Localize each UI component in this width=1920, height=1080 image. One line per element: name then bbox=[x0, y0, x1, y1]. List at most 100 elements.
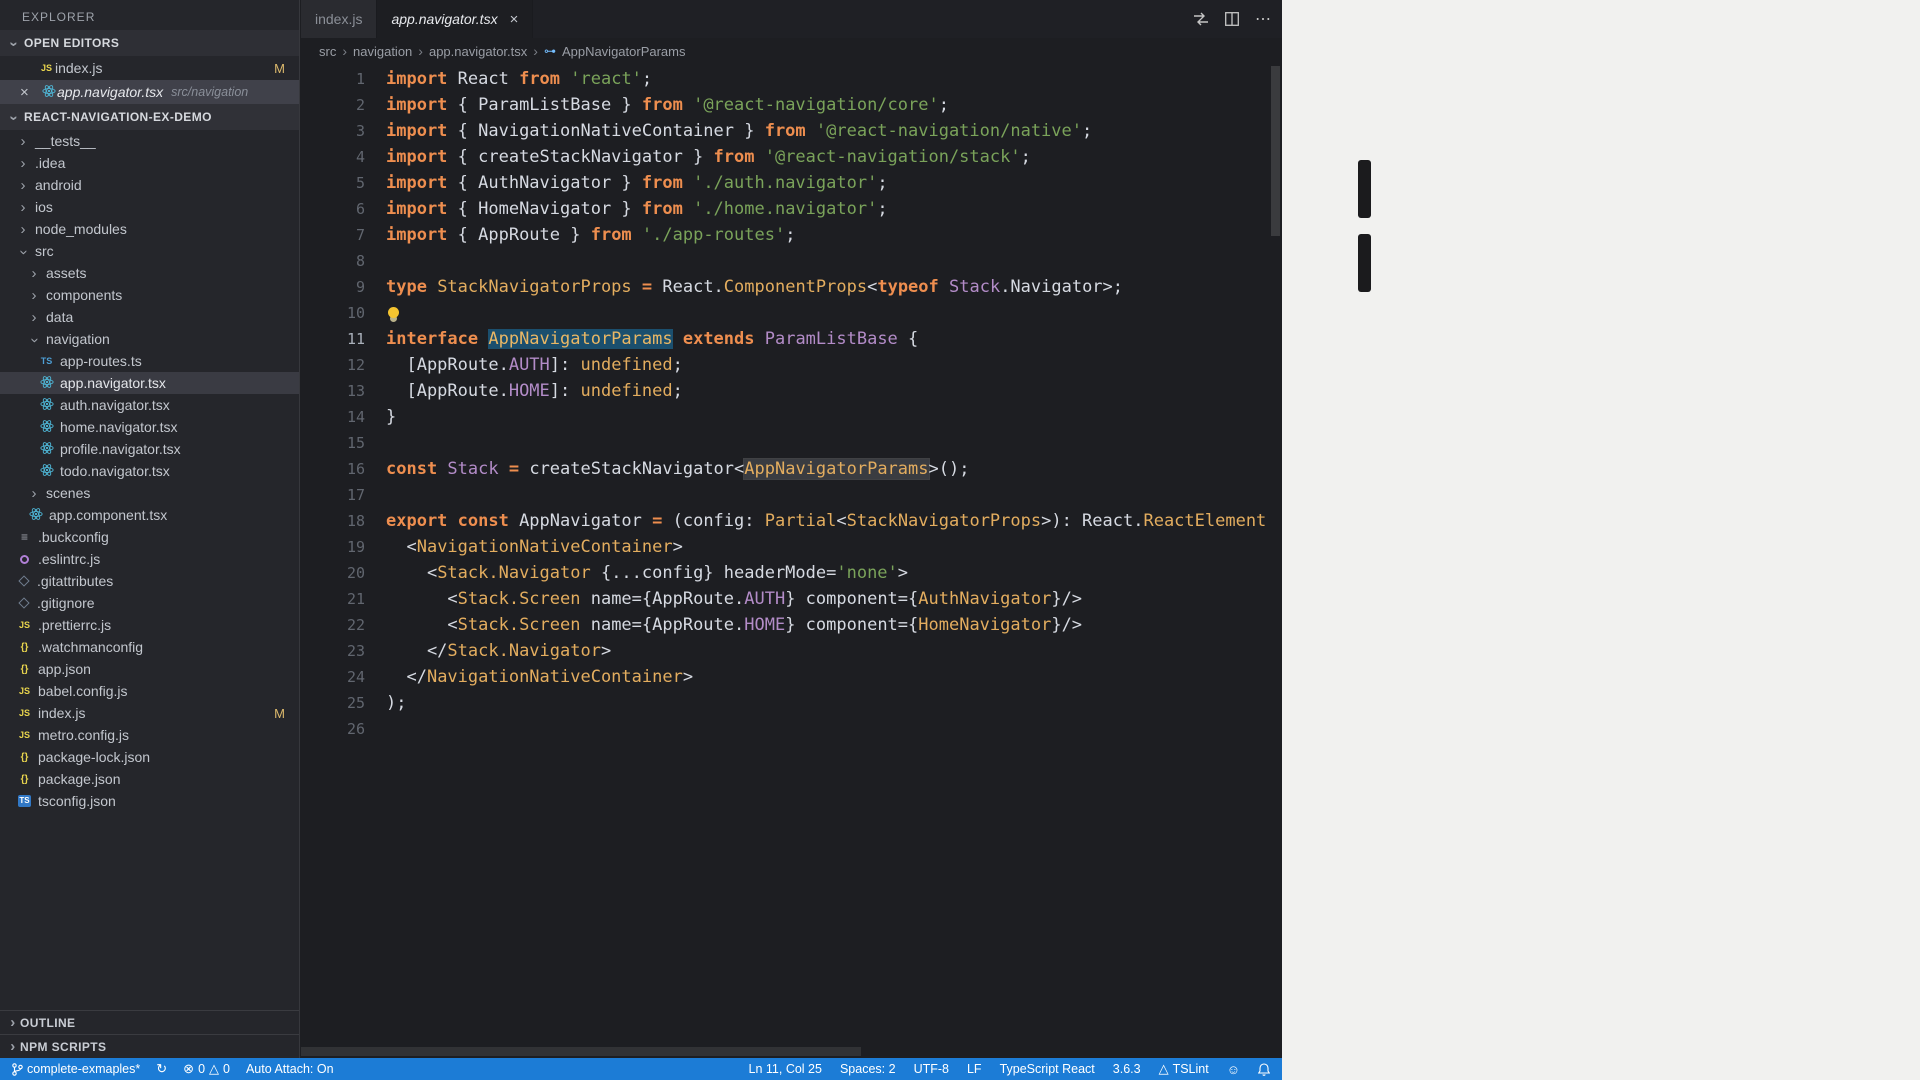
tree-item--prettierrc-js[interactable]: JS.prettierrc.js bbox=[0, 614, 299, 636]
close-icon[interactable]: × bbox=[510, 11, 519, 28]
code-line[interactable]: 17 bbox=[301, 482, 1270, 508]
js-file-icon: JS bbox=[16, 730, 33, 740]
code-line[interactable]: 4import { createStackNavigator } from '@… bbox=[301, 144, 1270, 170]
code-line[interactable]: 5import { AuthNavigator } from './auth.n… bbox=[301, 170, 1270, 196]
tree-item-app-navigator-tsx[interactable]: app.navigator.tsx bbox=[0, 372, 299, 394]
tree-item-data[interactable]: ›data bbox=[0, 306, 299, 328]
git-branch-item[interactable]: complete-exmaples* bbox=[12, 1062, 140, 1076]
code-line[interactable]: 1import React from 'react'; bbox=[301, 66, 1270, 92]
code-line[interactable]: 25); bbox=[301, 690, 1270, 716]
tree-item-scenes[interactable]: ›scenes bbox=[0, 482, 299, 504]
code-line[interactable]: 11interface AppNavigatorParams extends P… bbox=[301, 326, 1270, 352]
breadcrumb-item[interactable]: src bbox=[319, 44, 336, 59]
ts-version[interactable]: 3.6.3 bbox=[1113, 1062, 1141, 1076]
breadcrumb-item[interactable]: navigation bbox=[353, 44, 412, 59]
tree-item--watchmanconfig[interactable]: {}.watchmanconfig bbox=[0, 636, 299, 658]
tree-item-app-component-tsx[interactable]: app.component.tsx bbox=[0, 504, 299, 526]
tree-item-app-routes-ts[interactable]: TSapp-routes.ts bbox=[0, 350, 299, 372]
code-line[interactable]: 3import { NavigationNativeContainer } fr… bbox=[301, 118, 1270, 144]
open-editors-header[interactable]: › OPEN EDITORS bbox=[0, 30, 299, 56]
code-line[interactable]: 10 bbox=[301, 300, 1270, 326]
tree-item-node-modules[interactable]: ›node_modules bbox=[0, 218, 299, 240]
quick-fix-lightbulb-icon[interactable] bbox=[388, 307, 399, 318]
code-line[interactable]: 21 <Stack.Screen name={AppRoute.AUTH} co… bbox=[301, 586, 1270, 612]
tree-item-tsconfig-json[interactable]: TStsconfig.json bbox=[0, 790, 299, 812]
tree-item-android[interactable]: ›android bbox=[0, 174, 299, 196]
indentation[interactable]: Spaces: 2 bbox=[840, 1062, 896, 1076]
code-editor[interactable]: 1import React from 'react';2import { Par… bbox=[301, 66, 1270, 1046]
code-line-content bbox=[365, 430, 386, 456]
line-number: 22 bbox=[301, 612, 365, 638]
tree-item-src[interactable]: ›src bbox=[0, 240, 299, 262]
tree-item-todo-navigator-tsx[interactable]: todo.navigator.tsx bbox=[0, 460, 299, 482]
open-changes-icon[interactable] bbox=[1193, 12, 1209, 26]
code-line[interactable]: 8 bbox=[301, 248, 1270, 274]
tree-item-profile-navigator-tsx[interactable]: profile.navigator.tsx bbox=[0, 438, 299, 460]
code-line[interactable]: 22 <Stack.Screen name={AppRoute.HOME} co… bbox=[301, 612, 1270, 638]
tsconfig-file-icon: TS bbox=[18, 795, 31, 807]
tree-item--gitattributes[interactable]: .gitattributes bbox=[0, 570, 299, 592]
code-line[interactable]: 13 [AppRoute.HOME]: undefined; bbox=[301, 378, 1270, 404]
tree-item--tests-[interactable]: ›__tests__ bbox=[0, 130, 299, 152]
auto-attach-item[interactable]: Auto Attach: On bbox=[246, 1062, 334, 1076]
line-number: 13 bbox=[301, 378, 365, 404]
feedback-smiley-icon[interactable]: ☺ bbox=[1227, 1062, 1240, 1077]
code-line-content bbox=[365, 248, 386, 274]
tree-item-home-navigator-tsx[interactable]: home.navigator.tsx bbox=[0, 416, 299, 438]
tab-app-navigator[interactable]: app.navigator.tsx × bbox=[377, 0, 533, 38]
npm-scripts-section[interactable]: › NPM SCRIPTS bbox=[0, 1034, 299, 1058]
sync-icon[interactable]: ↻ bbox=[156, 1061, 167, 1077]
tree-item-components[interactable]: ›components bbox=[0, 284, 299, 306]
code-line[interactable]: 12 [AppRoute.AUTH]: undefined; bbox=[301, 352, 1270, 378]
breadcrumb-symbol[interactable]: AppNavigatorParams bbox=[562, 44, 686, 59]
code-line[interactable]: 9type StackNavigatorProps = React.Compon… bbox=[301, 274, 1270, 300]
code-line[interactable]: 2import { ParamListBase } from '@react-n… bbox=[301, 92, 1270, 118]
code-line[interactable]: 6import { HomeNavigator } from './home.n… bbox=[301, 196, 1270, 222]
code-line[interactable]: 14} bbox=[301, 404, 1270, 430]
code-line[interactable]: 23 </Stack.Navigator> bbox=[301, 638, 1270, 664]
tree-item--gitignore[interactable]: .gitignore bbox=[0, 592, 299, 614]
project-root-header[interactable]: › REACT-NAVIGATION-EX-DEMO bbox=[0, 104, 299, 130]
editor-hscrollbar[interactable] bbox=[301, 1047, 861, 1056]
editor-scrollbar[interactable] bbox=[1271, 66, 1280, 236]
tree-item-assets[interactable]: ›assets bbox=[0, 262, 299, 284]
react-file-icon bbox=[38, 463, 55, 480]
outline-section[interactable]: › OUTLINE bbox=[0, 1010, 299, 1034]
tree-item--buckconfig[interactable]: ≡.buckconfig bbox=[0, 526, 299, 548]
code-line[interactable]: 16const Stack = createStackNavigator<App… bbox=[301, 456, 1270, 482]
code-line[interactable]: 19 <NavigationNativeContainer> bbox=[301, 534, 1270, 560]
chevron-right-icon: › bbox=[6, 1014, 20, 1031]
code-line[interactable]: 18export const AppNavigator = (config: P… bbox=[301, 508, 1270, 534]
code-line[interactable]: 24 </NavigationNativeContainer> bbox=[301, 664, 1270, 690]
close-icon[interactable]: × bbox=[20, 84, 38, 101]
code-line[interactable]: 7import { AppRoute } from './app-routes'… bbox=[301, 222, 1270, 248]
code-line[interactable]: 15 bbox=[301, 430, 1270, 456]
linter-item[interactable]: △ TSLint bbox=[1159, 1061, 1209, 1077]
code-line[interactable]: 26 bbox=[301, 716, 1270, 742]
tree-item-index-js[interactable]: JSindex.jsM bbox=[0, 702, 299, 724]
tree-item-package-lock-json[interactable]: {}package-lock.json bbox=[0, 746, 299, 768]
code-line[interactable]: 20 <Stack.Navigator {...config} headerMo… bbox=[301, 560, 1270, 586]
tab-indexjs[interactable]: index.js bbox=[301, 0, 377, 38]
cursor-position[interactable]: Ln 11, Col 25 bbox=[749, 1062, 822, 1076]
problems-item[interactable]: ⊗ 0 △ 0 bbox=[183, 1061, 230, 1077]
more-actions-icon[interactable]: ⋯ bbox=[1255, 9, 1272, 29]
open-editor-indexjs[interactable]: JS index.js M bbox=[0, 56, 299, 80]
breadcrumb-item[interactable]: app.navigator.tsx bbox=[429, 44, 527, 59]
js-file-icon: JS bbox=[16, 708, 33, 718]
split-editor-icon[interactable] bbox=[1225, 12, 1239, 26]
tree-item-metro-config-js[interactable]: JSmetro.config.js bbox=[0, 724, 299, 746]
tree-item-app-json[interactable]: {}app.json bbox=[0, 658, 299, 680]
tree-item--idea[interactable]: ›.idea bbox=[0, 152, 299, 174]
tree-item-ios[interactable]: ›ios bbox=[0, 196, 299, 218]
tree-item-babel-config-js[interactable]: JSbabel.config.js bbox=[0, 680, 299, 702]
tree-item-package-json[interactable]: {}package.json bbox=[0, 768, 299, 790]
eol[interactable]: LF bbox=[967, 1062, 982, 1076]
encoding[interactable]: UTF-8 bbox=[914, 1062, 949, 1076]
tree-item--eslintrc-js[interactable]: .eslintrc.js bbox=[0, 548, 299, 570]
notifications-bell-icon[interactable] bbox=[1258, 1063, 1270, 1076]
tree-item-navigation[interactable]: ›navigation bbox=[0, 328, 299, 350]
tree-item-auth-navigator-tsx[interactable]: auth.navigator.tsx bbox=[0, 394, 299, 416]
language-mode[interactable]: TypeScript React bbox=[1000, 1062, 1095, 1076]
open-editor-app-navigator[interactable]: × app.navigator.tsx src/navigation bbox=[0, 80, 299, 104]
